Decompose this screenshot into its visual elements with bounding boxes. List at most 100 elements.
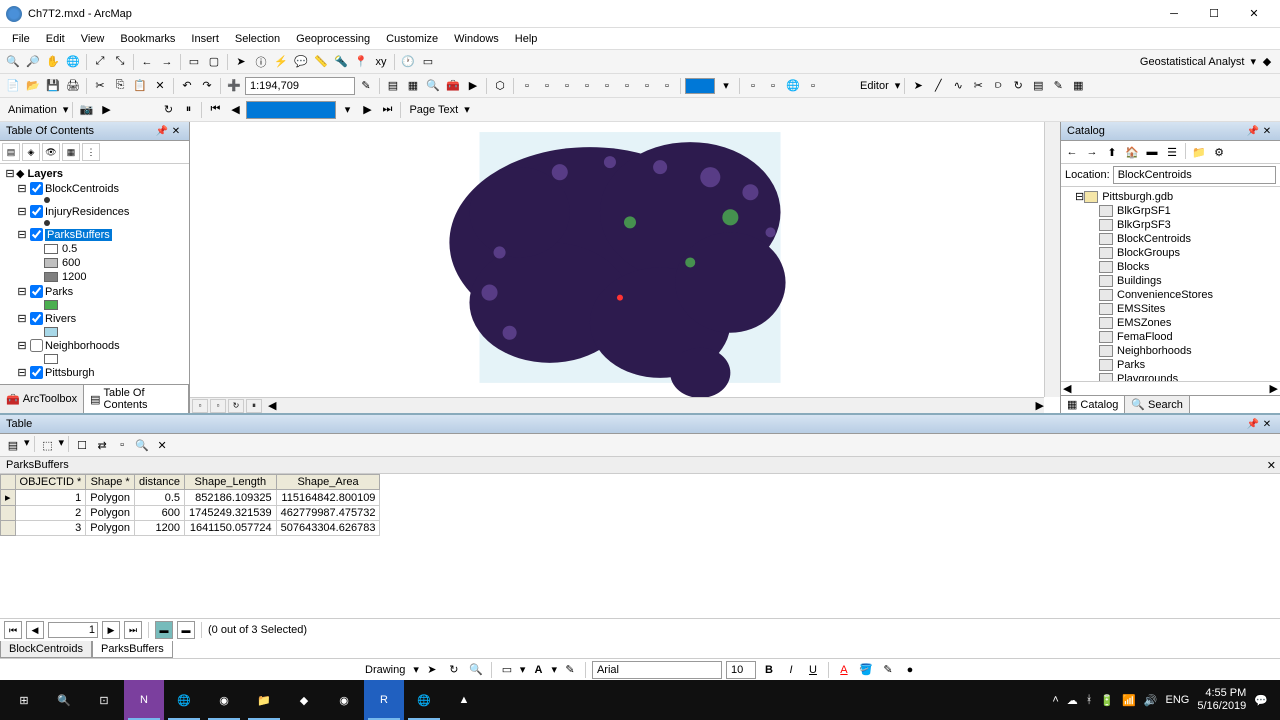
layer-checkbox[interactable]: [30, 285, 43, 298]
create-features-icon[interactable]: ▦: [1069, 77, 1087, 95]
color-swatch[interactable]: [685, 78, 715, 94]
geostat-wizard-icon[interactable]: ◆: [1258, 53, 1276, 71]
catalog-item[interactable]: ConvenienceStores: [1063, 288, 1278, 302]
capture-view-icon[interactable]: 📷: [77, 101, 95, 119]
tab-catalog[interactable]: ▦Catalog: [1061, 396, 1125, 413]
catalog-hscroll[interactable]: ◀▶: [1061, 381, 1280, 395]
toc-symbol[interactable]: [2, 353, 187, 365]
print-icon[interactable]: 🖨: [64, 77, 82, 95]
tab-arctoolbox[interactable]: 🧰ArcToolbox: [0, 385, 84, 413]
edit-vertices-icon[interactable]: ✎: [561, 661, 579, 679]
catalog-item[interactable]: BlkGrpSF3: [1063, 218, 1278, 232]
table-tab-blockcentroids[interactable]: BlockCentroids: [0, 641, 92, 658]
layer-checkbox[interactable]: [30, 228, 43, 241]
time-slider-icon[interactable]: 🕐: [399, 53, 417, 71]
select-by-attributes-icon[interactable]: ☐: [73, 436, 91, 454]
table-cell[interactable]: 2: [15, 506, 86, 521]
close-button[interactable]: ✕: [1234, 0, 1274, 28]
menu-bookmarks[interactable]: Bookmarks: [112, 31, 183, 47]
taskbar-app-chrome[interactable]: ◉: [204, 680, 244, 720]
home-icon[interactable]: 🏠: [1123, 143, 1141, 161]
toc-layer[interactable]: ⊟Rivers: [2, 311, 187, 326]
rectangle-icon[interactable]: ▭: [498, 661, 516, 679]
catalog-item[interactable]: BlockCentroids: [1063, 232, 1278, 246]
start-button[interactable]: ⊞: [4, 680, 44, 720]
show-selected-button[interactable]: ▬: [177, 621, 195, 639]
table-cell[interactable]: Polygon: [86, 521, 135, 536]
zoom-selected-icon[interactable]: 🔍: [133, 436, 151, 454]
tb-icon[interactable]: 🌐: [784, 77, 802, 95]
prev-icon[interactable]: ◀: [226, 101, 244, 119]
table-cell[interactable]: 1: [15, 490, 86, 506]
fill-color-icon[interactable]: 🪣: [857, 661, 875, 679]
identify-icon[interactable]: ⓘ: [252, 53, 270, 71]
layout-view-button[interactable]: ▫: [210, 399, 226, 413]
catalog-item[interactable]: Parks: [1063, 358, 1278, 372]
table-cell[interactable]: Polygon: [86, 506, 135, 521]
delete-icon[interactable]: ✕: [151, 77, 169, 95]
table-cell[interactable]: 1745249.321539: [185, 506, 277, 521]
toc-layer[interactable]: ⊟InjuryResidences: [2, 204, 187, 219]
zoom-in-icon[interactable]: 🔍: [4, 53, 22, 71]
catalog-item[interactable]: EMSSites: [1063, 302, 1278, 316]
paste-icon[interactable]: 📋: [131, 77, 149, 95]
catalog-item[interactable]: Blocks: [1063, 260, 1278, 274]
taskbar-app-vlc[interactable]: ▲: [444, 680, 484, 720]
taskbar-app-r[interactable]: R: [364, 680, 404, 720]
prev-record-button[interactable]: ◀: [26, 621, 44, 639]
model-builder-icon[interactable]: ⬡: [491, 77, 509, 95]
measure-icon[interactable]: 📏: [312, 53, 330, 71]
table-cell[interactable]: 852186.109325: [185, 490, 277, 506]
menu-help[interactable]: Help: [507, 31, 546, 47]
task-view-button[interactable]: ⊡: [84, 680, 124, 720]
tb-icon[interactable]: ▫: [598, 77, 616, 95]
minimize-button[interactable]: ─: [1154, 0, 1194, 28]
add-data-icon[interactable]: ➕: [225, 77, 243, 95]
tab-search[interactable]: 🔍Search: [1125, 396, 1190, 413]
toc-icon[interactable]: ▤: [384, 77, 402, 95]
system-tray[interactable]: ˄ ☁ ᚼ 🔋 📶 🔊 ENG 4:55 PM 5/16/2019 💬: [1044, 687, 1276, 713]
back-icon[interactable]: ←: [138, 53, 156, 71]
menu-view[interactable]: View: [73, 31, 113, 47]
battery-icon[interactable]: 🔋: [1100, 694, 1114, 707]
editor-menu[interactable]: Editor: [856, 80, 893, 92]
close-icon[interactable]: ✕: [169, 124, 183, 138]
toc-layer[interactable]: ⊟Parks: [2, 284, 187, 299]
catalog-item[interactable]: EMSZones: [1063, 316, 1278, 330]
last-record-button[interactable]: ⏭: [124, 621, 142, 639]
python-icon[interactable]: ▶: [464, 77, 482, 95]
close-icon[interactable]: ✕: [1260, 417, 1274, 431]
line-color-icon[interactable]: ✎: [879, 661, 897, 679]
anim-controls-icon[interactable]: ▶: [97, 101, 115, 119]
taskbar-app[interactable]: ◉: [324, 680, 364, 720]
refresh-view-icon[interactable]: ↻: [228, 399, 244, 413]
layer-checkbox[interactable]: [30, 366, 43, 379]
tb-icon[interactable]: ▫: [638, 77, 656, 95]
language-indicator[interactable]: ENG: [1166, 694, 1190, 706]
editor-toolbar-icon[interactable]: ✎: [357, 77, 375, 95]
layer-checkbox[interactable]: [30, 205, 43, 218]
dropdown-icon[interactable]: ▾: [338, 101, 356, 119]
page-text-menu[interactable]: Page Text: [405, 104, 462, 116]
tb-icon[interactable]: ▫: [744, 77, 762, 95]
list-by-selection-icon[interactable]: ▦: [62, 143, 80, 161]
forward-icon[interactable]: →: [158, 53, 176, 71]
list-by-visibility-icon[interactable]: 👁: [42, 143, 60, 161]
catalog-item[interactable]: Neighborhoods: [1063, 344, 1278, 358]
arctoolbox-icon[interactable]: 🧰: [444, 77, 462, 95]
up-icon[interactable]: ⬆: [1103, 143, 1121, 161]
underline-button[interactable]: U: [804, 661, 822, 679]
taskbar-app-edge[interactable]: 🌐: [164, 680, 204, 720]
rotate-icon[interactable]: ↻: [1009, 77, 1027, 95]
open-icon[interactable]: 📂: [24, 77, 42, 95]
first-icon[interactable]: ⏮: [206, 101, 224, 119]
toc-symbol[interactable]: 600: [2, 256, 187, 270]
toc-layer[interactable]: ⊟BlockCentroids: [2, 181, 187, 196]
table-column-header[interactable]: Shape_Length: [185, 475, 277, 490]
select-elements-icon[interactable]: ➤: [232, 53, 250, 71]
search-window-icon[interactable]: 🔍: [424, 77, 442, 95]
toc-symbol[interactable]: 1200: [2, 270, 187, 284]
tb-icon[interactable]: ▫: [558, 77, 576, 95]
table-row[interactable]: 3Polygon12001641150.057724507643304.6267…: [1, 521, 380, 536]
taskbar-app-onenote[interactable]: N: [124, 680, 164, 720]
